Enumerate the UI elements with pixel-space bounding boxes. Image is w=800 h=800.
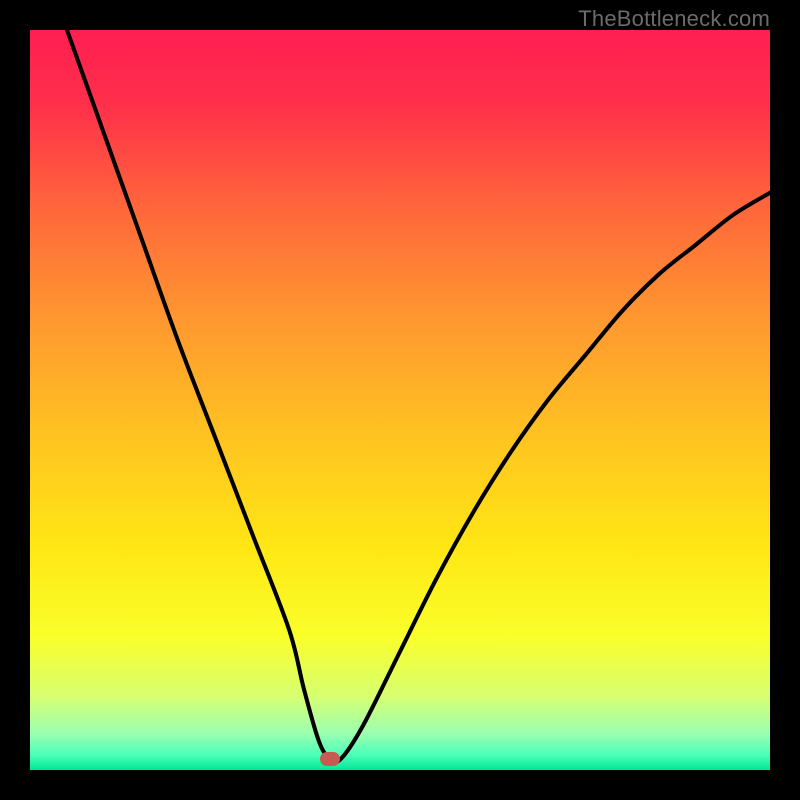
plot-area — [30, 30, 770, 770]
chart-frame: TheBottleneck.com — [0, 0, 800, 800]
background-gradient — [30, 30, 770, 770]
watermark-text: TheBottleneck.com — [578, 6, 770, 32]
optimal-point-marker — [320, 752, 340, 766]
